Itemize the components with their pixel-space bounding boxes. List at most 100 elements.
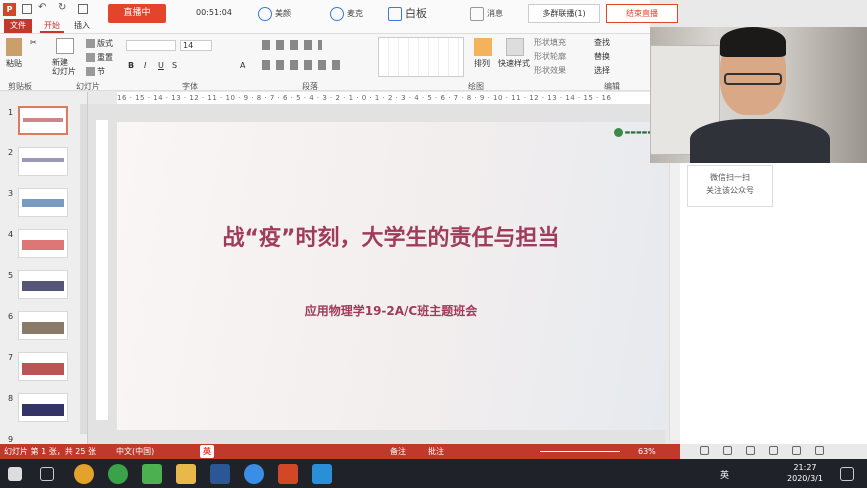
system-clock[interactable]: 21:27 2020/3/1 xyxy=(780,462,830,484)
language-status[interactable]: 中文(中国) xyxy=(116,444,154,459)
wechat-icon[interactable] xyxy=(142,464,162,484)
section-label: 节 xyxy=(97,67,105,76)
font-color-button[interactable]: A xyxy=(240,61,245,70)
arrange-icon[interactable] xyxy=(474,38,492,56)
new-slide-button[interactable]: 新建 幻灯片 xyxy=(52,58,76,76)
beauty-button[interactable]: 美颜 xyxy=(258,5,291,23)
live-toolbar: P ↶ ↻ 文件 开始 插入 直播中 00:51:04 美颜 麦克 白板 消息 … xyxy=(0,0,678,34)
font-size-field[interactable]: 14 xyxy=(180,40,212,51)
paste-button[interactable]: 粘贴 xyxy=(6,58,22,69)
group-paragraph-label: 段落 xyxy=(302,82,318,91)
message-icon xyxy=(470,6,484,21)
thumb-number: 7 xyxy=(8,353,14,362)
live-app-icon[interactable] xyxy=(244,464,264,484)
close-icon[interactable] xyxy=(815,446,824,455)
whiteboard-icon xyxy=(388,7,402,21)
slide-canvas[interactable]: ▬▬▬▬▬ 战“疫”时刻，大学生的责任与担当 应用物理学19-2A/C班主题班会 xyxy=(117,122,665,430)
clock-time: 21:27 xyxy=(793,463,817,472)
live-status-button[interactable]: 直播中 xyxy=(108,4,166,23)
section-icon xyxy=(86,67,95,76)
quick-style-icon[interactable] xyxy=(506,38,524,56)
multi-group-button[interactable]: 多群联播(1) xyxy=(528,4,600,23)
input-language-indicator[interactable]: 英 xyxy=(720,468,729,481)
panel-toolbar xyxy=(700,446,860,458)
tab-home[interactable]: 开始 xyxy=(40,19,64,33)
layout-button[interactable]: 版式 xyxy=(86,38,113,49)
thumbnail-slide-1[interactable] xyxy=(18,106,68,135)
thumbnail-slide-7[interactable] xyxy=(18,352,68,381)
save-icon[interactable] xyxy=(22,4,32,14)
live-timer: 00:51:04 xyxy=(196,8,232,17)
redo-icon[interactable]: ↻ xyxy=(58,2,66,13)
bold-button[interactable]: B xyxy=(128,61,134,70)
thumb-number: 5 xyxy=(8,271,14,280)
font-name-field[interactable] xyxy=(126,40,176,51)
shape-fill-button[interactable]: 形状填充 xyxy=(534,37,566,48)
thumb-content xyxy=(22,199,64,207)
ppt-logo: P xyxy=(3,3,16,16)
new-slide-icon[interactable] xyxy=(56,38,74,54)
refresh-icon[interactable] xyxy=(723,446,732,455)
tab-file[interactable]: 文件 xyxy=(4,19,32,33)
shape-outline-button[interactable]: 形状轮廓 xyxy=(534,51,566,62)
strikethrough-button[interactable]: S xyxy=(172,61,177,70)
tab-insert[interactable]: 插入 xyxy=(70,19,94,33)
screen-icon[interactable] xyxy=(792,446,801,455)
browser-icon[interactable] xyxy=(108,464,128,484)
replace-button[interactable]: 替换 xyxy=(594,51,610,62)
thumbnail-slide-4[interactable] xyxy=(18,229,68,258)
arrange-button[interactable]: 排列 xyxy=(474,58,490,69)
slide-title[interactable]: 战“疫”时刻，大学生的责任与担当 xyxy=(117,220,665,252)
pin-icon[interactable] xyxy=(700,446,709,455)
group-drawing-label: 绘图 xyxy=(468,82,484,91)
webcam-feed xyxy=(650,27,867,163)
quick-access-icon[interactable] xyxy=(78,4,88,14)
powerpoint-icon[interactable] xyxy=(278,464,298,484)
reset-button[interactable]: 重置 xyxy=(86,52,113,63)
message-label: 消息 xyxy=(487,9,503,18)
find-button[interactable]: 查找 xyxy=(594,37,610,48)
thumbnail-slide-8[interactable] xyxy=(18,393,68,422)
thumb-number: 2 xyxy=(8,148,14,157)
cut-icon[interactable]: ✂ xyxy=(30,38,37,47)
app-icon[interactable] xyxy=(312,464,332,484)
file-explorer-icon[interactable] xyxy=(176,464,196,484)
italic-button[interactable]: I xyxy=(144,61,146,70)
group-clipboard-label: 剪贴板 xyxy=(8,82,32,91)
paste-icon[interactable] xyxy=(6,38,22,56)
slide-thumbnails-panel: 1 2 3 4 5 6 7 8 9 xyxy=(0,92,88,444)
section-button[interactable]: 节 xyxy=(86,66,105,77)
thumbnail-slide-2[interactable] xyxy=(18,147,68,176)
select-button[interactable]: 选择 xyxy=(594,65,610,76)
thumbnail-slide-6[interactable] xyxy=(18,311,68,340)
window-icon[interactable] xyxy=(769,446,778,455)
thumbnail-slide-3[interactable] xyxy=(18,188,68,217)
thumbnail-scrollbar[interactable] xyxy=(80,104,87,434)
slide-subtitle[interactable]: 应用物理学19-2A/C班主题班会 xyxy=(117,302,665,319)
align-buttons[interactable] xyxy=(262,60,342,70)
task-view-icon[interactable] xyxy=(40,467,54,481)
zoom-slider[interactable] xyxy=(540,451,620,452)
undo-icon[interactable]: ↶ xyxy=(38,2,46,13)
mic-button[interactable]: 麦克 xyxy=(330,5,363,23)
end-live-button[interactable]: 结束直播 xyxy=(606,4,678,23)
thumbnail-slide-5[interactable] xyxy=(18,270,68,299)
underline-button[interactable]: U xyxy=(158,61,164,70)
message-button[interactable]: 消息 xyxy=(470,5,503,23)
shapes-gallery[interactable] xyxy=(378,37,464,77)
whiteboard-button[interactable]: 白板 xyxy=(388,5,427,23)
shape-effect-button[interactable]: 形状效果 xyxy=(534,65,566,76)
ime-toolbar[interactable]: 英 xyxy=(200,445,214,458)
quick-style-button[interactable]: 快速样式 xyxy=(498,58,530,69)
windows-start-icon[interactable] xyxy=(8,467,22,481)
comments-button[interactable]: 批注 xyxy=(428,444,444,459)
logo-icon xyxy=(613,128,623,137)
chrome-icon[interactable] xyxy=(74,464,94,484)
word-icon[interactable] xyxy=(210,464,230,484)
notification-icon[interactable] xyxy=(840,467,854,481)
group-slides-label: 幻灯片 xyxy=(76,82,100,91)
delete-icon[interactable] xyxy=(746,446,755,455)
list-buttons[interactable] xyxy=(262,40,322,50)
zoom-level[interactable]: 63% xyxy=(638,444,656,459)
notes-button[interactable]: 备注 xyxy=(390,444,406,459)
